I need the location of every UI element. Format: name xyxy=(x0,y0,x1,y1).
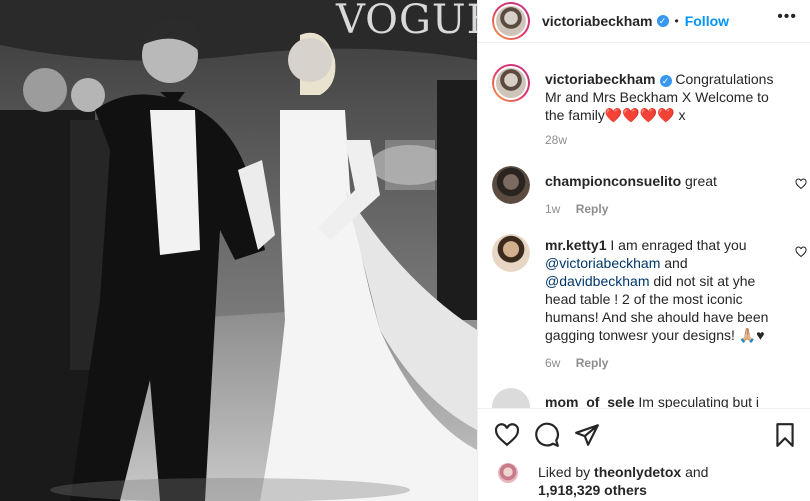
commenter-avatar[interactable] xyxy=(492,166,530,204)
caption-suffix: x xyxy=(678,107,686,123)
post-photo[interactable]: VOGUE xyxy=(0,0,477,501)
send-icon[interactable] xyxy=(574,422,600,448)
bookmark-icon[interactable] xyxy=(772,422,798,448)
likes-text: Liked by theonlydetox and 1,918,329 othe… xyxy=(538,463,708,499)
header-separator: • xyxy=(674,14,679,28)
header-divider xyxy=(478,42,810,43)
wedding-photo-illustration xyxy=(0,0,477,501)
avatar xyxy=(496,6,526,36)
caption-username[interactable]: victoriabeckham xyxy=(545,71,656,87)
comments-list[interactable]: victoriabeckham ✓ Congratulations Mr and … xyxy=(478,58,810,408)
liker-avatar[interactable] xyxy=(496,461,520,485)
comment-text: great xyxy=(685,173,717,189)
hearts-emoji: ❤️❤️❤️❤️ xyxy=(604,107,675,123)
comment-icon[interactable] xyxy=(534,422,560,448)
comment-text: and xyxy=(664,255,688,271)
post-header: victoriabeckham ✓ • Follow ••• xyxy=(478,0,810,42)
comment-age: 1w xyxy=(545,202,561,216)
comment-username[interactable]: mr.ketty1 xyxy=(545,237,606,253)
likes-middle: and xyxy=(685,464,709,480)
profile-avatar-ring[interactable] xyxy=(492,2,530,40)
mention-link[interactable]: @davidbeckham xyxy=(545,273,650,289)
header-username[interactable]: victoriabeckham xyxy=(542,13,653,29)
commenter-avatar[interactable] xyxy=(492,234,530,272)
caption-age: 28w xyxy=(545,133,568,147)
comment-age: 6w xyxy=(545,356,561,370)
heart-icon[interactable] xyxy=(494,422,520,448)
comment-text: I am enraged that you xyxy=(610,237,747,253)
more-options-icon[interactable]: ••• xyxy=(777,8,797,26)
commenter-avatar[interactable] xyxy=(492,388,530,408)
comment-like-heart-icon[interactable] xyxy=(795,246,807,258)
reply-button[interactable]: Reply xyxy=(576,356,609,370)
verified-badge-icon: ✓ xyxy=(656,15,669,27)
post-details-panel: victoriabeckham ✓ • Follow ••• victoriab… xyxy=(477,0,810,501)
likes-count[interactable]: 1,918,329 others xyxy=(538,482,647,498)
comment-username[interactable]: championconsuelito xyxy=(545,173,681,189)
avatar xyxy=(496,68,526,98)
post-actions xyxy=(478,418,810,454)
comment-emoji: 🙏🏼♥ xyxy=(738,327,765,343)
comment-like-heart-icon[interactable] xyxy=(795,178,807,190)
caption-avatar[interactable] xyxy=(492,64,530,102)
comment-text: Im speculating but i xyxy=(638,394,759,408)
liker-username[interactable]: theonlydetox xyxy=(594,464,681,480)
reply-button[interactable]: Reply xyxy=(576,202,609,216)
comment-username[interactable]: mom_of_sele xyxy=(545,394,634,408)
verified-badge-icon: ✓ xyxy=(659,75,672,87)
likes-prefix: Liked by xyxy=(538,464,591,480)
follow-button[interactable]: Follow xyxy=(685,13,729,29)
mention-link[interactable]: @victoriabeckham xyxy=(545,255,660,271)
vogue-watermark: VOGUE xyxy=(336,0,477,43)
actions-divider xyxy=(478,408,810,409)
